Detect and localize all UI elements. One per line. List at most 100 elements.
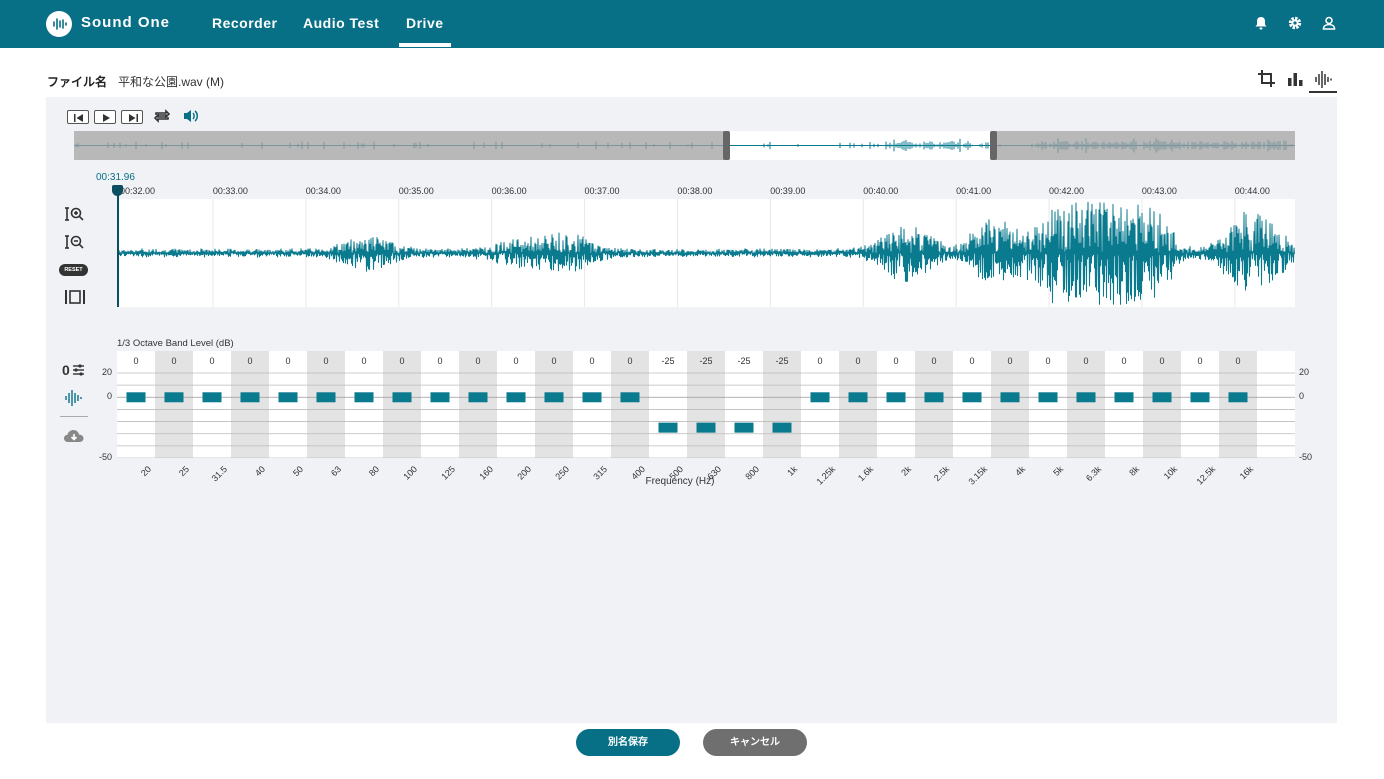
- user-icon[interactable]: [1320, 14, 1340, 34]
- band-level-bar[interactable]: [924, 392, 944, 403]
- band-level-bar[interactable]: [164, 392, 184, 403]
- band-column-shade: [535, 351, 573, 458]
- band-level-bar[interactable]: [354, 392, 374, 403]
- nav-audio-test[interactable]: Audio Test: [303, 15, 379, 31]
- nav-drive[interactable]: Drive: [406, 15, 444, 31]
- band-value-label: 0: [969, 356, 975, 366]
- y-tick-label-right: 20: [1299, 367, 1310, 377]
- skip-start-icon: [74, 114, 83, 122]
- reset-zoom-button[interactable]: RESET: [59, 264, 88, 276]
- band-level-bar[interactable]: [430, 392, 450, 403]
- band-level-bar[interactable]: [1228, 392, 1248, 403]
- time-tick-label: 00:35.00: [398, 186, 434, 196]
- band-level-bar[interactable]: [1076, 392, 1096, 403]
- playhead-handle[interactable]: [112, 185, 123, 196]
- band-level-bar[interactable]: [316, 392, 336, 403]
- bell-icon[interactable]: [1252, 14, 1272, 34]
- crop-icon[interactable]: [1256, 68, 1278, 90]
- overview-unselected-right: [993, 131, 1295, 160]
- band-value-label: 0: [817, 356, 823, 366]
- band-value-label: -25: [737, 356, 751, 366]
- band-level-bar[interactable]: [506, 392, 526, 403]
- band-value-label: 0: [1083, 356, 1089, 366]
- file-name-label: ファイル名: [47, 75, 108, 89]
- play-button[interactable]: [94, 110, 116, 124]
- top-navigation-bar: Sound One Recorder Audio Test Drive: [0, 0, 1384, 48]
- band-level-bar[interactable]: [848, 392, 868, 403]
- cancel-button[interactable]: キャンセル: [703, 729, 807, 756]
- band-column-shade: [611, 351, 649, 458]
- band-column-shade: [687, 351, 725, 458]
- zoom-in-icon[interactable]: [64, 205, 86, 228]
- volume-icon[interactable]: [182, 108, 200, 129]
- band-level-bar[interactable]: [1152, 392, 1172, 403]
- band-column-shade: [155, 351, 193, 458]
- band-value-label: 0: [399, 356, 405, 366]
- band-value-label: 0: [1235, 356, 1241, 366]
- band-level-bar[interactable]: [126, 392, 146, 403]
- time-tick-label: 00:32.00: [120, 186, 156, 196]
- gear-icon[interactable]: [1286, 14, 1306, 34]
- band-level-bar[interactable]: [772, 422, 792, 433]
- y-tick-label-right: 0: [1299, 391, 1305, 402]
- equalizer-settings-icon[interactable]: 0: [62, 362, 86, 383]
- band-level-bar[interactable]: [1190, 392, 1210, 403]
- band-level-bar[interactable]: [962, 392, 982, 403]
- band-column-shade: [1067, 351, 1105, 458]
- detail-waveform[interactable]: [116, 199, 1329, 307]
- playhead-line[interactable]: [117, 186, 119, 307]
- sound-one-logo-icon[interactable]: [46, 11, 72, 37]
- band-level-bar[interactable]: [202, 392, 222, 403]
- band-level-bar[interactable]: [240, 392, 260, 403]
- play-icon: [103, 114, 110, 122]
- band-value-label: 0: [475, 356, 481, 366]
- band-level-bar[interactable]: [810, 392, 830, 403]
- selection-start-handle[interactable]: [723, 131, 730, 160]
- y-tick-label-left: 20: [101, 367, 112, 377]
- band-level-bar[interactable]: [696, 422, 716, 433]
- brand-name[interactable]: Sound One: [81, 14, 170, 31]
- band-value-label: 0: [627, 356, 633, 366]
- bar-chart-icon[interactable]: [1284, 68, 1306, 90]
- waveform-icon[interactable]: [1312, 68, 1334, 90]
- band-value-label: 0: [589, 356, 595, 366]
- band-level-bar[interactable]: [544, 392, 564, 403]
- time-tick-label: 00:44.00: [1234, 186, 1270, 196]
- octave-band-chart[interactable]: [117, 351, 1295, 459]
- band-level-bar[interactable]: [734, 422, 754, 433]
- time-tick-label: 00:41.00: [956, 186, 992, 196]
- audio-wave-icon[interactable]: [64, 389, 84, 412]
- band-column-shade: [231, 351, 269, 458]
- band-level-bar[interactable]: [468, 392, 488, 403]
- band-level-bar[interactable]: [620, 392, 640, 403]
- repeat-icon[interactable]: [153, 108, 171, 129]
- fit-view-icon[interactable]: [64, 289, 86, 310]
- band-level-bar[interactable]: [1114, 392, 1134, 403]
- band-level-bar[interactable]: [278, 392, 298, 403]
- time-tick-label: 00:43.00: [1141, 186, 1177, 196]
- chart-title: 1/3 Octave Band Level (dB): [117, 338, 234, 349]
- band-level-bar[interactable]: [582, 392, 602, 403]
- band-value-label: 0: [931, 356, 937, 366]
- band-level-bar[interactable]: [392, 392, 412, 403]
- selection-end-handle[interactable]: [990, 131, 997, 160]
- save-as-button[interactable]: 別名保存: [576, 729, 680, 756]
- band-column-shade: [763, 351, 801, 458]
- time-tick-label: 00:39.00: [770, 186, 806, 196]
- band-value-label: 0: [1045, 356, 1051, 366]
- cloud-download-icon[interactable]: [63, 428, 85, 449]
- y-tick-label-left: 0: [106, 391, 112, 402]
- nav-recorder[interactable]: Recorder: [212, 15, 277, 31]
- band-column-shade: [459, 351, 497, 458]
- band-value-label: 0: [513, 356, 519, 366]
- band-value-label: 0: [893, 356, 899, 366]
- band-level-bar[interactable]: [886, 392, 906, 403]
- zoom-out-icon[interactable]: [64, 233, 86, 256]
- band-level-bar[interactable]: [1000, 392, 1020, 403]
- band-level-bar[interactable]: [658, 422, 678, 433]
- band-column-shade: [1143, 351, 1181, 458]
- band-value-label: 0: [1197, 356, 1203, 366]
- skip-start-button[interactable]: [67, 110, 89, 124]
- skip-end-button[interactable]: [121, 110, 143, 124]
- band-level-bar[interactable]: [1038, 392, 1058, 403]
